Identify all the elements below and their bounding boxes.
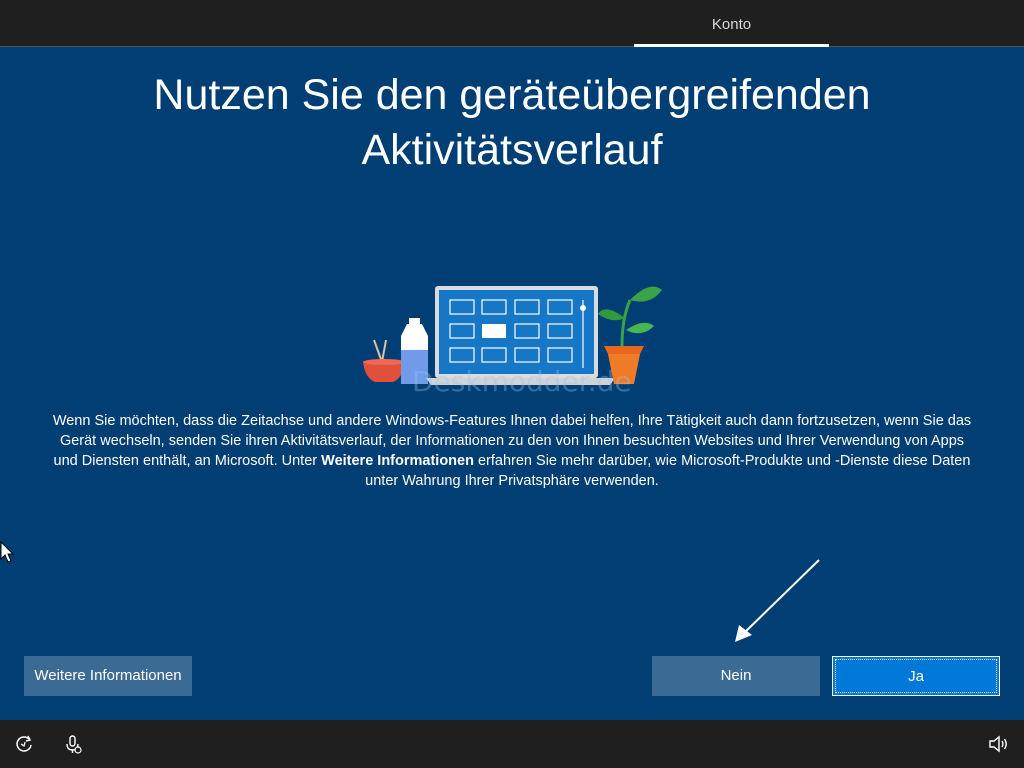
mouse-cursor-icon	[0, 541, 14, 563]
pointer-arrow-icon	[735, 559, 820, 642]
watermark-logo: Deskmodder.de	[412, 365, 632, 398]
top-bar	[0, 0, 1024, 47]
page-title: Nutzen Sie den geräteübergreifenden Akti…	[60, 68, 964, 178]
description-link-text: Weitere Informationen	[321, 453, 474, 469]
volume-icon[interactable]	[987, 733, 1009, 755]
active-tab-indicator	[634, 44, 829, 47]
description-text: Wenn Sie möchten, dass die Zeitachse und…	[50, 411, 974, 491]
top-bar-divider	[0, 46, 1024, 47]
page-title-line-2: Aktivitätsverlauf	[361, 126, 663, 174]
no-button[interactable]: Nein	[652, 656, 820, 696]
page-title-line-1: Nutzen Sie den geräteübergreifenden	[153, 71, 871, 119]
ease-of-access-icon[interactable]	[13, 733, 35, 755]
yes-button[interactable]: Ja	[832, 656, 1000, 696]
bowl-icon	[363, 339, 405, 382]
tab-konto: Konto	[711, 16, 752, 33]
oobe-screen: Konto Nutzen Sie den geräteübergreifende…	[0, 0, 1024, 768]
more-info-button[interactable]: Weitere Informationen	[24, 656, 192, 696]
bottom-bar	[0, 720, 1024, 768]
microphone-icon[interactable]	[62, 733, 84, 755]
